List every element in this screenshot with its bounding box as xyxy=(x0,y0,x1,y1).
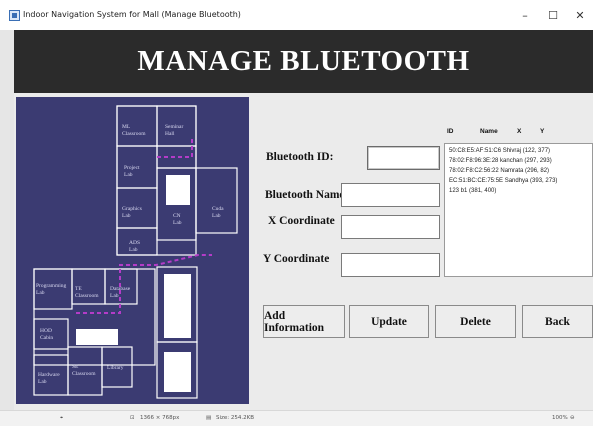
window-left-edge xyxy=(0,30,14,410)
list-item[interactable]: 78:02:F8:C2:56:22 Namrata (296, 82) xyxy=(445,166,592,176)
y-coordinate-label: Y Coordinate xyxy=(263,253,330,265)
filesize-icon: ▤ xyxy=(206,415,212,421)
floor-map: ML Classroom Seminar Hall Project Lab Graph… xyxy=(16,97,249,404)
file-size: Size: 254.2KB xyxy=(216,415,255,421)
x-coordinate-field[interactable] xyxy=(341,215,440,239)
window-titlebar: Indoor Navigation System for Mall (Manag… xyxy=(0,0,593,30)
room-label-hod-cabin: HOD Cabin xyxy=(40,328,53,341)
zoom-out-icon[interactable]: ⊖ xyxy=(570,415,575,421)
bluetooth-name-field[interactable] xyxy=(341,183,440,207)
close-button[interactable]: ✕ xyxy=(570,6,590,24)
page-header: MANAGE BLUETOOTH xyxy=(14,30,593,93)
y-coordinate-field[interactable] xyxy=(341,253,440,277)
zoom-level: 100% xyxy=(552,415,568,421)
corridor-block xyxy=(164,274,191,338)
list-item[interactable]: 50:C8:E5:AF:51:C6 Shivraj (122, 377) xyxy=(445,146,592,156)
window-title: Indoor Navigation System for Mall (Manag… xyxy=(23,10,241,19)
list-header-name: Name xyxy=(480,128,498,135)
corridor-block xyxy=(76,329,118,345)
back-button[interactable]: Back xyxy=(522,305,593,338)
corridor-block xyxy=(164,352,191,392)
corridor-block xyxy=(166,175,190,205)
bluetooth-id-label: Bluetooth ID: xyxy=(266,151,334,163)
list-item[interactable]: 78:02:F8:96:3E:28 kanchan (297, 293) xyxy=(445,156,592,166)
status-bar: ⌖ ⊡ 1366 × 768px ▤ Size: 254.2KB 100% ⊖ xyxy=(0,410,593,426)
minimize-button[interactable]: – xyxy=(515,6,535,24)
image-dimensions: 1366 × 768px xyxy=(140,415,180,421)
page-title: MANAGE BLUETOOTH xyxy=(137,45,470,77)
list-header-y: Y xyxy=(540,128,545,135)
update-button[interactable]: Update xyxy=(349,305,429,338)
room-label-cn-lab: CN Lab xyxy=(173,213,182,226)
maximize-button[interactable]: ☐ xyxy=(543,6,563,24)
list-header-x: X xyxy=(517,128,522,135)
list-header-id: ID xyxy=(447,128,454,135)
bluetooth-id-field[interactable] xyxy=(367,146,440,170)
bluetooth-name-label: Bluetooth Name: xyxy=(265,189,349,201)
list-item[interactable]: EC:51:BC:CE:75:5E Sandhya (393, 273) xyxy=(445,176,592,186)
dimensions-icon: ⊡ xyxy=(130,415,135,421)
app-icon xyxy=(9,10,20,21)
room-label-library: Library xyxy=(107,365,124,371)
bluetooth-device-list[interactable]: 50:C8:E5:AF:51:C6 Shivraj (122, 377) 78:… xyxy=(444,143,593,277)
pointer-icon: ⌖ xyxy=(60,415,64,421)
delete-button[interactable]: Delete xyxy=(435,305,516,338)
add-information-button[interactable]: Add Information xyxy=(263,305,345,338)
x-coordinate-label: X Coordinate xyxy=(268,215,335,227)
list-item[interactable]: 123 b1 (381, 400) xyxy=(445,186,592,196)
